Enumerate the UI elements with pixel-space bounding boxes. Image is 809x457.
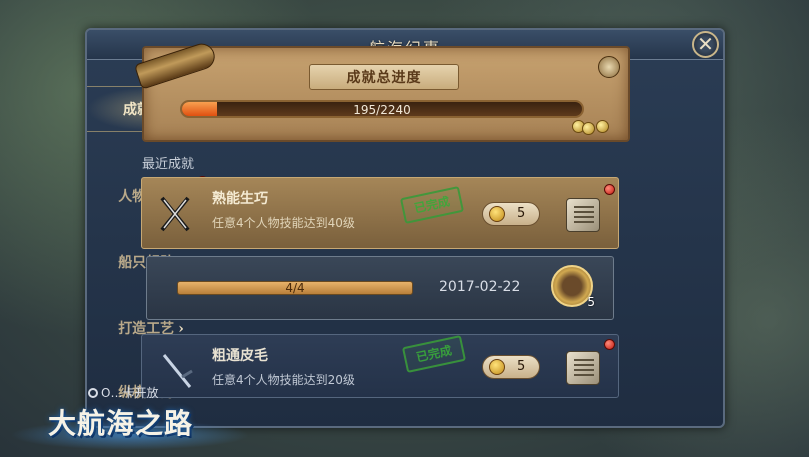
achievement-date: 2017-02-22 — [439, 279, 521, 295]
spyglass-icon — [133, 40, 219, 90]
notice-text: O…卡开放 — [101, 386, 159, 400]
close-icon: ✕ — [697, 32, 714, 56]
game-logo: 大航海之路 — [48, 407, 194, 440]
achievement-name: 熟能生巧 — [212, 191, 268, 207]
achievement-row[interactable]: 熟能生巧 任意4个人物技能达到40级 已完成 5 — [141, 177, 619, 249]
reward-count: 5 — [517, 206, 526, 221]
notification-dot — [604, 184, 615, 195]
achievement-description: 任意4个人物技能达到40级 — [212, 216, 355, 230]
achievement-row[interactable]: 粗通皮毛 任意4个人物技能达到20级 已完成 5 — [141, 334, 619, 398]
crossed-swords-icon — [150, 190, 200, 238]
achievement-detail-row: 4/4 2017-02-22 5 — [146, 256, 614, 320]
close-button[interactable]: ✕ — [692, 31, 719, 58]
scroll-icon[interactable] — [566, 351, 600, 385]
achievement-progress-text: 4/4 — [285, 281, 305, 295]
feature-notice: O…卡开放 — [88, 384, 158, 401]
circle-icon — [88, 388, 98, 398]
scroll-icon[interactable] — [566, 198, 600, 232]
achievement-progress-bar: 4/4 — [177, 281, 413, 295]
total-progress-text: 195/2240 — [353, 103, 411, 117]
completed-stamp: 已完成 — [401, 335, 467, 373]
reward-badge: 5 — [482, 355, 540, 379]
reward-count: 5 — [517, 359, 526, 374]
recent-achievements-label: 最近成就 — [142, 157, 195, 172]
total-progress-banner: 成就总进度 195/2240 — [133, 40, 630, 142]
completed-stamp: 已完成 — [399, 186, 465, 224]
total-progress-bar: 195/2240 — [180, 100, 584, 118]
achievement-description: 任意4个人物技能达到20级 — [212, 373, 355, 387]
medal-icon — [489, 206, 505, 222]
achievement-name: 粗通皮毛 — [212, 348, 268, 364]
reward-badge: 5 — [482, 202, 540, 226]
notification-dot — [604, 339, 615, 350]
medal-icon — [489, 359, 505, 375]
badge-count: 5 — [587, 295, 595, 309]
total-progress-label: 成就总进度 — [309, 64, 459, 90]
compass-icon — [598, 56, 620, 78]
coins-icon — [572, 120, 612, 135]
helmet-badge-icon[interactable]: 5 — [551, 265, 595, 309]
